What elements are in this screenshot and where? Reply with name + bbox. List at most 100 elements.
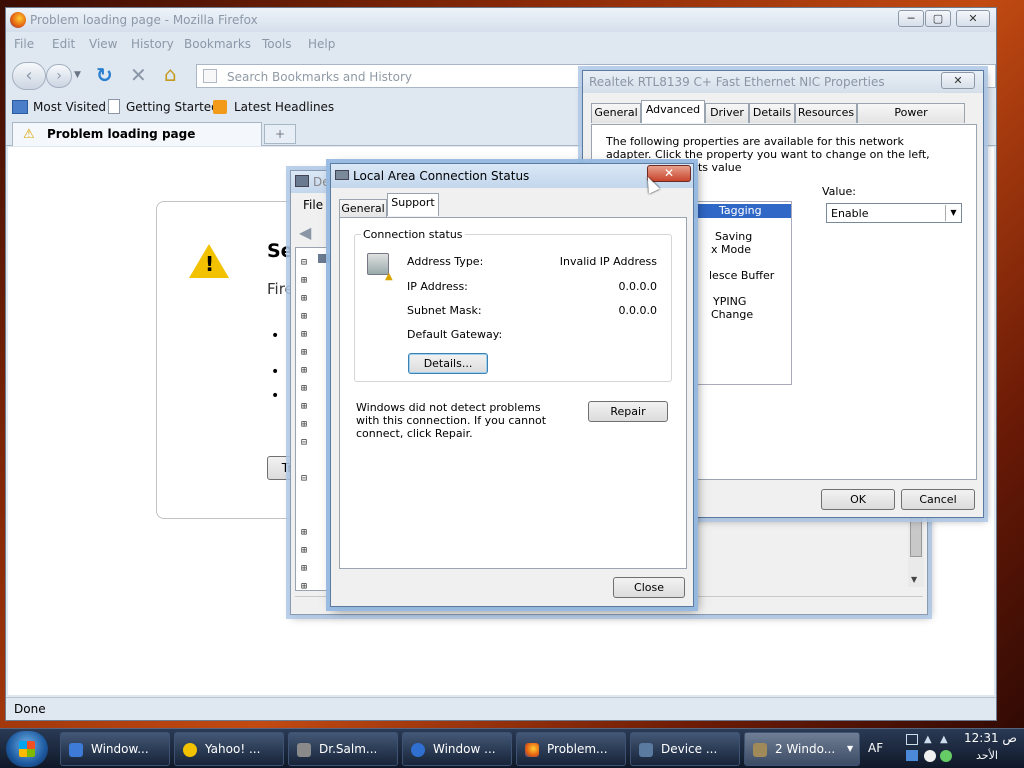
tab-power-management[interactable]: Power Management <box>857 103 965 137</box>
default-gateway-label: Default Gateway: <box>407 328 503 341</box>
tab-general[interactable]: General <box>339 199 387 219</box>
network-icon <box>753 743 767 757</box>
taskbar-item-dr-salm[interactable]: Dr.Salm... <box>288 732 398 766</box>
menu-view[interactable]: View <box>89 37 117 51</box>
device-tree: ⊟ ⊞ ⊞ ⊞ ⊞ ⊞ ⊞ ⊞ ⊞ ⊞ ⊟ ⊟ ⊞ ⊞ ⊞ ⊞ <box>295 247 331 592</box>
menu-edit[interactable]: Edit <box>52 37 75 51</box>
repair-button[interactable]: Repair <box>588 401 668 422</box>
minimize-button[interactable]: ─ <box>898 10 924 27</box>
status-text: Done <box>14 702 46 716</box>
network-icon <box>335 170 349 180</box>
nic-close-button[interactable]: ✕ <box>941 72 975 89</box>
ie-icon <box>411 743 425 757</box>
nic-titlebar[interactable]: Realtek RTL8139 C+ Fast Ethernet NIC Pro… <box>583 71 983 93</box>
menu-bar: File Edit View History Bookmarks Tools H… <box>6 34 996 54</box>
folder-icon <box>297 743 311 757</box>
taskbar-item-firefox[interactable]: Problem... <box>516 732 626 766</box>
close-button[interactable]: Close <box>613 577 685 598</box>
details-button[interactable]: Details... <box>408 353 488 374</box>
address-type-label: Address Type: <box>407 255 484 268</box>
language-indicator[interactable]: AF <box>868 741 883 755</box>
property-item[interactable]: lesce Buffer <box>709 269 774 282</box>
property-item[interactable]: Saving <box>715 230 752 243</box>
value-select[interactable]: Enable ▼ <box>826 203 962 223</box>
menu-file[interactable]: File <box>14 37 34 51</box>
search-placeholder: Search Bookmarks and History <box>227 70 412 84</box>
reload-icon[interactable]: ↻ <box>96 63 113 87</box>
menu-tools[interactable]: Tools <box>262 37 292 51</box>
tab-resources[interactable]: Resources <box>795 103 857 123</box>
taskbar-item-yahoo[interactable]: Yahoo! ... <box>174 732 284 766</box>
taskbar-item-windows-1[interactable]: Window... <box>60 732 170 766</box>
tray-icon[interactable] <box>906 750 918 761</box>
clock-day: الأحد <box>976 749 998 762</box>
scroll-thumb[interactable] <box>910 517 922 557</box>
taskbar-item-label: Dr.Salm... <box>319 742 378 756</box>
menu-file[interactable]: File <box>303 198 323 212</box>
taskbar-item-device-manager[interactable]: Device ... <box>630 732 740 766</box>
property-item[interactable]: x Mode <box>711 243 751 256</box>
network-tray-icon[interactable] <box>906 734 918 745</box>
taskbar-item-label: Window... <box>91 742 149 756</box>
cancel-button[interactable]: Cancel <box>901 489 975 510</box>
tab-general[interactable]: General <box>591 103 641 123</box>
tree-expanders[interactable]: ⊟ ⊞ ⊞ ⊞ ⊞ ⊞ ⊞ ⊞ ⊞ ⊞ ⊟ ⊟ ⊞ ⊞ ⊞ ⊞ <box>301 254 307 596</box>
tab-details[interactable]: Details <box>749 103 795 123</box>
property-item[interactable]: Tagging <box>719 204 762 217</box>
clock-time[interactable]: 12:31 ص <box>964 731 1017 745</box>
scroll-down-icon[interactable]: ▼ <box>911 575 917 584</box>
connection-status-titlebar[interactable]: Local Area Connection Status ✕ <box>331 164 693 188</box>
back-arrow-icon[interactable]: ◀ <box>299 223 311 242</box>
bookmark-most-visited[interactable]: Most Visited <box>33 100 106 114</box>
stop-icon[interactable]: ✕ <box>130 63 147 87</box>
tab-driver[interactable]: Driver <box>705 103 749 123</box>
close-button[interactable]: ✕ <box>956 10 990 27</box>
history-dropdown-icon[interactable]: ▼ <box>74 70 81 80</box>
taskbar-item-group-windows[interactable]: 2 Windo... ▼ <box>744 732 860 766</box>
taskbar-item-label: Device ... <box>661 742 718 756</box>
menu-bookmarks[interactable]: Bookmarks <box>184 37 251 51</box>
subnet-mask-label: Subnet Mask: <box>407 304 482 317</box>
start-button[interactable] <box>6 731 48 767</box>
taskbar-item-label: 2 Windo... <box>775 742 836 756</box>
home-icon[interactable]: ⌂ <box>164 62 177 86</box>
warning-icon: ⚠ <box>23 127 35 142</box>
tray-up-icon[interactable]: ▲ <box>940 734 948 745</box>
taskbar-item-label: Yahoo! ... <box>205 742 261 756</box>
forward-button[interactable]: › <box>46 64 72 88</box>
bookmark-getting-started[interactable]: Getting Started <box>126 100 219 114</box>
tab-support[interactable]: Support <box>387 193 439 216</box>
chevron-down-icon[interactable]: ▼ <box>945 205 961 221</box>
device-manager-icon <box>639 743 653 757</box>
status-tray-icon[interactable] <box>940 750 952 762</box>
connection-status-title: Local Area Connection Status <box>353 169 530 183</box>
taskbar-item-label: Window ... <box>433 742 496 756</box>
tab-title: Problem loading page <box>47 127 196 141</box>
property-item[interactable]: Change <box>711 308 753 321</box>
diagnosis-message: Windows did not detect problems with thi… <box>356 401 547 440</box>
property-item[interactable]: YPING <box>713 295 746 308</box>
menu-history[interactable]: History <box>131 37 174 51</box>
firefox-titlebar[interactable]: Problem loading page - Mozilla Firefox ─… <box>6 8 996 32</box>
taskbar-item-label: Problem... <box>547 742 608 756</box>
tab-problem-loading[interactable]: ⚠ Problem loading page <box>12 122 262 146</box>
taskbar: Window... Yahoo! ... Dr.Salm... Window .… <box>0 728 1024 768</box>
list-item: • <box>271 388 280 404</box>
bookmark-latest-headlines[interactable]: Latest Headlines <box>234 100 334 114</box>
value-label: Value: <box>822 185 856 198</box>
ok-button[interactable]: OK <box>821 489 895 510</box>
value-selected: Enable <box>831 207 869 220</box>
maximize-button[interactable]: ▢ <box>925 10 951 27</box>
tray-up-icon[interactable]: ▲ <box>924 734 932 745</box>
taskbar-item-windows-2[interactable]: Window ... <box>402 732 512 766</box>
menu-help[interactable]: Help <box>308 37 335 51</box>
tab-advanced[interactable]: Advanced <box>641 100 705 123</box>
new-tab-button[interactable]: + <box>264 124 296 144</box>
list-item: • <box>271 328 280 344</box>
support-panel: Connection status ▲ Address Type: Invali… <box>339 217 687 569</box>
computer-icon <box>295 175 309 187</box>
warning-large-icon: ! <box>189 244 229 278</box>
back-button[interactable]: ‹ <box>12 62 46 90</box>
chevron-down-icon: ▼ <box>847 744 854 753</box>
yahoo-tray-icon[interactable] <box>924 750 936 762</box>
